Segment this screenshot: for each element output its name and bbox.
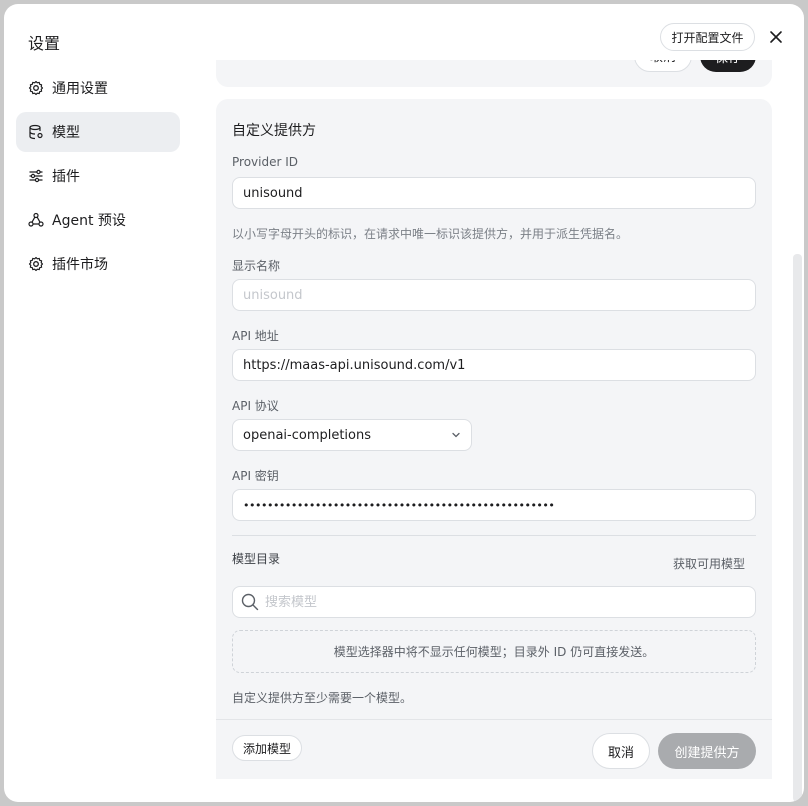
api-key-label: API 密钥: [232, 469, 279, 483]
create-provider-button[interactable]: 创建提供方: [658, 733, 756, 769]
sliders-icon: [28, 168, 44, 184]
api-protocol-value: openai-completions: [243, 427, 372, 443]
chevron-down-icon: [452, 432, 460, 438]
model-search[interactable]: [232, 586, 756, 618]
previous-card: 取消 保存: [216, 56, 772, 87]
provider-id-input[interactable]: unisound: [232, 177, 756, 209]
form-footer: 添加模型 取消 创建提供方: [216, 719, 772, 779]
sidebar-item-label: Agent 预设: [52, 213, 126, 229]
open-config-file-button[interactable]: 打开配置文件: [660, 23, 755, 51]
nodes-icon: [28, 212, 44, 228]
gear-icon: [28, 80, 44, 96]
model-requirement-hint: 自定义提供方至少需要一个模型。: [232, 691, 413, 705]
sidebar-item-general[interactable]: 通用设置: [16, 68, 180, 108]
add-model-button[interactable]: 添加模型: [232, 735, 302, 761]
close-button[interactable]: [764, 24, 788, 50]
sidebar-item-plugin-market[interactable]: 插件市场: [16, 244, 180, 284]
sidebar-item-models[interactable]: 模型: [16, 112, 180, 152]
provider-id-label: Provider ID: [232, 155, 298, 169]
custom-provider-card: 自定义提供方 Provider ID unisound 以小写字母开头的标识，在…: [216, 99, 772, 779]
empty-catalog-notice: 模型选择器中将不显示任何模型；目录外 ID 仍可直接发送。: [232, 630, 756, 673]
scrollbar[interactable]: [793, 254, 802, 802]
sidebar-item-agent-presets[interactable]: Agent 预设: [16, 200, 180, 240]
gear-icon: [28, 256, 44, 272]
settings-sidebar: 通用设置 模型 插件 Agent 预设 插件市场: [16, 68, 180, 288]
api-protocol-select[interactable]: openai-completions: [232, 419, 472, 451]
search-icon: [241, 593, 259, 611]
api-protocol-label: API 协议: [232, 399, 279, 413]
model-catalog-label: 模型目录: [232, 552, 281, 566]
sidebar-item-label: 通用设置: [52, 81, 108, 97]
database-icon: [28, 124, 44, 140]
display-name-label: 显示名称: [232, 259, 281, 273]
window-title: 设置: [28, 34, 61, 53]
section-divider: [232, 535, 756, 536]
api-key-input[interactable]: ••••••••••••••••••••••••••••••••••••••••…: [232, 489, 756, 521]
cancel-button[interactable]: 取消: [592, 733, 650, 769]
sidebar-item-label: 插件: [52, 169, 80, 185]
sidebar-item-label: 插件市场: [52, 257, 108, 273]
provider-id-hint: 以小写字母开头的标识，在请求中唯一标识该提供方，并用于派生凭据名。: [232, 227, 629, 241]
settings-window: 设置 取消 保存 打开配置文件 通用设置 模型 插件 Agent 预设 插件市场…: [4, 4, 804, 802]
fetch-models-button[interactable]: 获取可用模型: [673, 555, 745, 572]
sidebar-item-label: 模型: [52, 125, 80, 141]
display-name-input[interactable]: unisound: [232, 279, 756, 311]
close-icon: [770, 31, 782, 43]
card-title: 自定义提供方: [232, 123, 316, 139]
api-url-label: API 地址: [232, 329, 279, 343]
api-url-input[interactable]: https://maas-api.unisound.com/v1: [232, 349, 756, 381]
sidebar-item-plugins[interactable]: 插件: [16, 156, 180, 196]
search-input[interactable]: [265, 594, 747, 610]
